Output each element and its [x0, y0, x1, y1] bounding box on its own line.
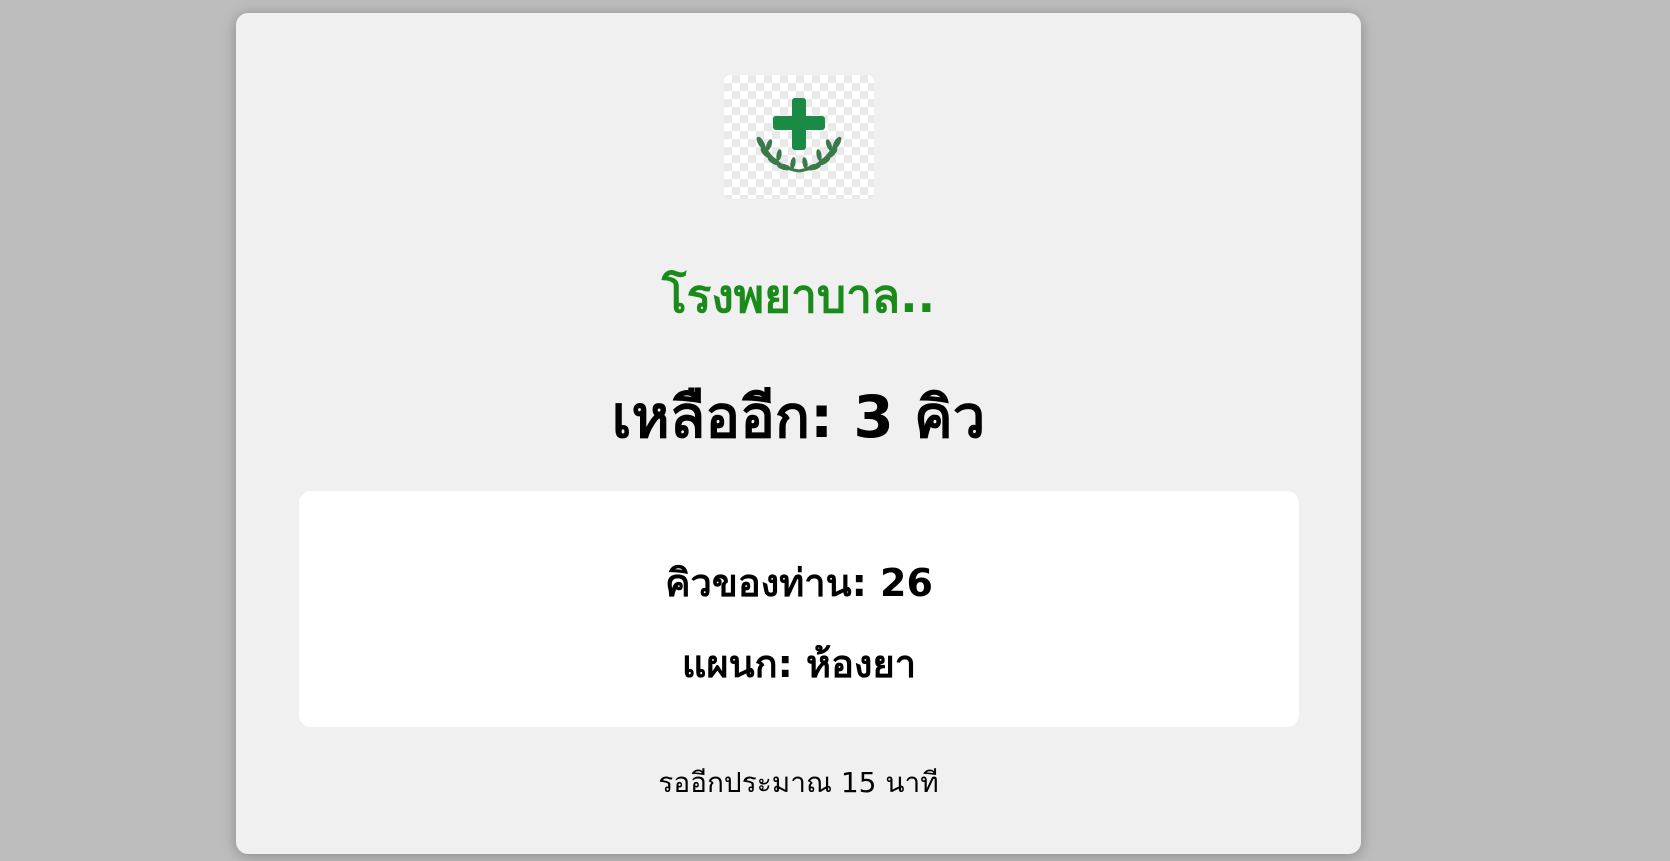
queue-card: โรงพยาบาล.. เหลืออีก: 3 คิว คิวของท่าน: …: [236, 13, 1361, 854]
hospital-logo: [724, 75, 874, 199]
department: แผนก: ห้องยา: [681, 642, 917, 686]
your-queue-number: คิวของท่าน: 26: [665, 561, 933, 605]
hospital-name: โรงพยาบาล..: [661, 269, 936, 323]
green-cross-laurel-icon: [756, 98, 842, 173]
estimated-wait-time: รออีกประมาณ 15 นาที: [658, 766, 939, 799]
queue-info-box: คิวของท่าน: 26 แผนก: ห้องยา: [299, 491, 1299, 727]
remaining-queue-count: เหลืออีก: 3 คิว: [611, 383, 986, 451]
